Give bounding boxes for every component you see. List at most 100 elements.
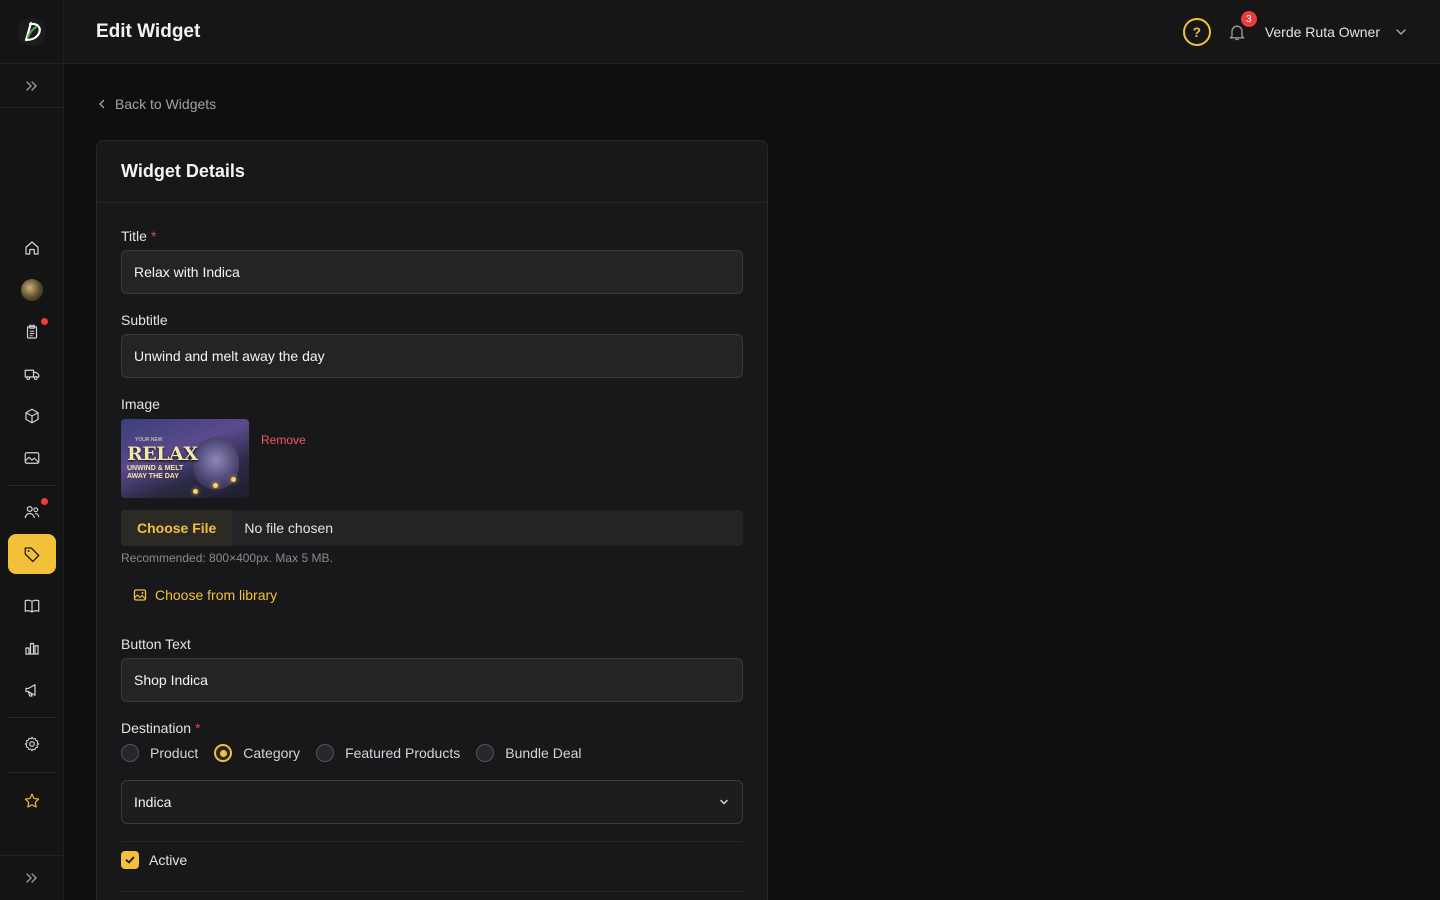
sidebar-item-orders[interactable]: [8, 312, 56, 352]
active-checkbox-label: Active: [149, 852, 188, 868]
help-icon[interactable]: ?: [1182, 18, 1211, 46]
destination-option-category[interactable]: Category: [214, 744, 300, 762]
store-avatar: [21, 279, 43, 301]
promotions-tag-icon: [24, 547, 40, 563]
required-asterisk: *: [195, 720, 201, 736]
sidebar-item-marketing[interactable]: [8, 670, 56, 710]
sidebar-item-settings[interactable]: [8, 724, 56, 764]
catalog-book-icon: [24, 599, 40, 613]
image-icon: [133, 589, 147, 601]
radio-label: Bundle Deal: [505, 745, 582, 761]
section-divider: [121, 891, 743, 892]
brand-logo[interactable]: [17, 17, 47, 47]
widget-image-preview: YOUR NEW RELAX UNWIND & MELT AWAY THE DAY: [121, 419, 249, 498]
card-header: Widget Details: [97, 141, 767, 203]
notification-count-badge: 3: [1240, 11, 1257, 27]
required-asterisk: *: [150, 228, 157, 244]
button-text-label: Button Text: [121, 636, 191, 652]
category-select-value: Indica: [134, 794, 172, 810]
chevrons-right-icon: [25, 80, 37, 91]
sidebar-item-catalog[interactable]: [8, 586, 56, 626]
favorites-star-icon: [24, 793, 40, 808]
thumb-sub-text: UNWIND & MELT AWAY THE DAY: [127, 465, 183, 481]
card-title: Widget Details: [121, 161, 245, 181]
remove-image-button[interactable]: Remove: [261, 433, 306, 447]
section-divider: [121, 841, 743, 842]
thumb-lantern: [213, 483, 218, 488]
destination-label-text: Destination: [121, 720, 192, 736]
image-label: Image: [121, 396, 160, 412]
customers-icon: [24, 506, 40, 519]
thumb-lantern: [231, 477, 236, 482]
sidebar-item-products[interactable]: [8, 396, 56, 436]
chevron-down-icon[interactable]: [1394, 25, 1408, 39]
chevrons-right-icon: [26, 873, 37, 883]
sidebar-item-analytics[interactable]: [8, 628, 56, 668]
radio-button[interactable]: [476, 744, 495, 762]
analytics-chart-icon: [25, 642, 39, 655]
sidebar-divider: [8, 772, 56, 773]
widget-details-card: Widget Details Title * Relax with Indica …: [96, 140, 768, 900]
thumb-main-text: RELAX: [127, 443, 198, 465]
media-image-icon: [24, 452, 40, 464]
sidebar-item-promotions[interactable]: [8, 534, 56, 574]
thumb-lantern: [193, 489, 198, 494]
library-button-label: Choose from library: [155, 587, 278, 603]
button-text-input[interactable]: Shop Indica: [121, 658, 743, 702]
radio-button[interactable]: [121, 744, 139, 762]
back-to-widgets-link[interactable]: Back to Widgets: [97, 96, 216, 112]
top-bar: Edit Widget ? 3 Verde Ruta Owner: [64, 0, 1440, 64]
check-icon: [125, 856, 135, 864]
radio-label: Featured Products: [345, 745, 461, 761]
expand-sidebar-button[interactable]: [0, 64, 63, 108]
category-select[interactable]: Indica: [121, 780, 743, 824]
image-file-input[interactable]: Choose File No file chosen: [121, 510, 743, 546]
title-input[interactable]: Relax with Indica: [121, 250, 743, 294]
destination-radio-group: Product Category Featured Products Bundl…: [121, 744, 598, 762]
back-link-label: Back to Widgets: [115, 96, 217, 112]
destination-label: Destination *: [121, 720, 201, 736]
destination-option-bundle-deal[interactable]: Bundle Deal: [476, 744, 582, 762]
collapse-sidebar-button[interactable]: [0, 855, 64, 900]
marketing-megaphone-icon: [25, 684, 36, 697]
sidebar-item-store[interactable]: [8, 270, 56, 310]
sidebar-item-home[interactable]: [8, 228, 56, 268]
chevron-left-icon: [99, 99, 105, 109]
home-icon: [25, 241, 39, 255]
radio-button[interactable]: [316, 744, 335, 762]
user-menu-name[interactable]: Verde Ruta Owner: [1265, 24, 1380, 40]
radio-button-selected[interactable]: [214, 744, 233, 762]
sidebar-item-delivery[interactable]: [8, 354, 56, 394]
sidebar-item-favorites[interactable]: [8, 781, 56, 821]
sidebar-item-customers[interactable]: [8, 492, 56, 532]
notification-dot: [41, 498, 48, 505]
choose-from-library-button[interactable]: Choose from library: [133, 587, 277, 603]
notifications-button[interactable]: 3: [1225, 11, 1257, 44]
title-label: Title *: [121, 228, 156, 244]
file-hint: Recommended: 800×400px. Max 5 MB.: [121, 551, 333, 565]
sidebar-divider: [8, 485, 56, 486]
choose-file-button[interactable]: Choose File: [121, 510, 233, 546]
destination-option-featured-products[interactable]: Featured Products: [316, 744, 460, 762]
active-checkbox[interactable]: [121, 851, 139, 869]
subtitle-label: Subtitle: [121, 312, 168, 328]
top-bar-actions: ? 3 Verde Ruta Owner: [1182, 0, 1408, 64]
settings-gear-icon: [24, 736, 40, 752]
products-box-icon: [25, 408, 39, 424]
radio-label: Product: [150, 745, 199, 761]
chevron-down-icon: [720, 799, 728, 805]
thumb-sub-line-1: UNWIND & MELT: [127, 465, 184, 472]
sidebar: [0, 0, 64, 900]
file-status-text: No file chosen: [244, 520, 334, 536]
orders-clipboard-icon: [26, 324, 38, 339]
radio-label: Category: [243, 745, 301, 761]
destination-option-product[interactable]: Product: [121, 744, 198, 762]
sidebar-divider: [8, 717, 56, 718]
notification-dot: [41, 318, 48, 325]
active-checkbox-row[interactable]: Active: [121, 851, 187, 869]
sidebar-item-media[interactable]: [8, 438, 56, 478]
page-title: Edit Widget: [96, 20, 201, 42]
subtitle-input[interactable]: Unwind and melt away the day: [121, 334, 743, 378]
delivery-truck-icon: [24, 369, 40, 381]
thumb-sub-line-2: AWAY THE DAY: [127, 473, 179, 480]
